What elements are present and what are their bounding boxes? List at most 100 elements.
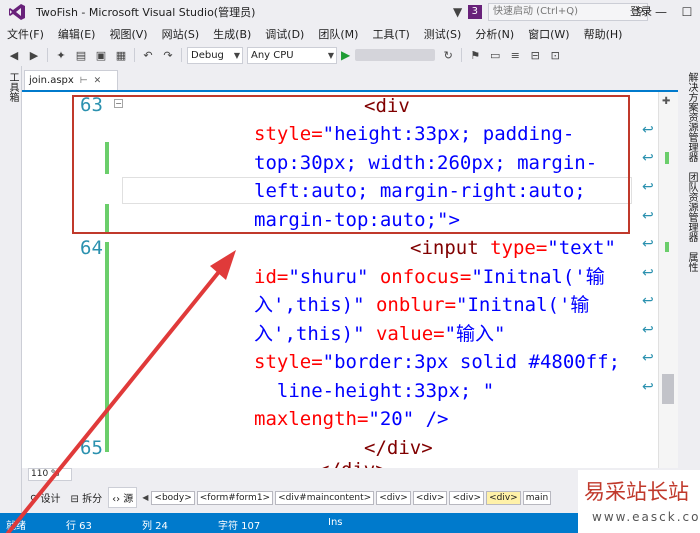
design-view-button[interactable]: ⚲ 设计 [26,487,65,508]
quick-launch-input[interactable]: 快速启动 (Ctrl+Q) ⚲ [488,3,648,21]
design-icon: ⚲ [30,494,41,505]
code-token: "输入" [444,323,506,345]
breadcrumb-item[interactable]: <div> [376,490,411,505]
breadcrumb-item-selected[interactable]: <div> [486,490,521,505]
split-view-label: 拆分 [82,494,103,505]
menu-debug[interactable]: 调试(D) [258,26,311,42]
watermark-url: www.easck.com [592,510,700,524]
bookmark-icon[interactable]: ⊟ [527,47,543,63]
standard-toolbar: ◀ ▶ ✦ ▤ ▣ ▦ ↶ ↷ Debug ▼ Any CPU ▼ ▶ ↻ ⚑ … [0,44,700,66]
browser-target-blurred[interactable] [355,49,436,61]
notification-badge[interactable]: 3 [467,5,482,19]
word-wrap-icon: ↩ [642,208,654,224]
word-wrap-icon: ↩ [642,122,654,138]
close-icon[interactable]: ✕ [94,76,102,86]
code-editor[interactable]: − 63 64 65 <div style="height:33px; padd… [22,92,658,468]
code-line: style="border:3px solid #4800ff; [254,348,620,377]
comment-icon[interactable]: ▭ [487,47,503,63]
code-line: </div> [318,456,387,468]
browser-link-icon[interactable]: ⚑ [467,47,483,63]
line-number: 65 [80,437,103,459]
config-value: Debug [191,49,224,61]
filter-icon[interactable]: ▼ [448,2,468,22]
menu-build[interactable]: 生成(B) [206,26,258,42]
breadcrumb-overflow[interactable]: main [522,490,552,505]
redo-icon[interactable]: ↷ [160,47,176,63]
save-icon[interactable]: ▣ [93,47,109,63]
menu-analyze[interactable]: 分析(N) [468,26,521,42]
properties-tab[interactable]: 属性 [684,252,699,272]
status-insert-mode: Ins [328,517,343,528]
back-icon[interactable]: ◀ [6,47,22,63]
open-file-icon[interactable]: ▤ [73,47,89,63]
code-token: style= [254,351,323,373]
menu-test[interactable]: 测试(S) [417,26,469,42]
config-select[interactable]: Debug ▼ [187,46,243,64]
document-tab-label: join.aspx [29,75,74,86]
team-explorer-tab[interactable]: 团队资源管理器 [684,172,699,242]
menu-window[interactable]: 窗口(W) [521,26,576,42]
toolbox-panel[interactable]: 工具箱 [0,66,22,513]
pin-icon[interactable]: ⊢ [80,76,88,86]
watermark-cn: 易采站长站 [584,480,689,504]
split-view-button[interactable]: ⊟ 拆分 [67,487,107,508]
menu-edit[interactable]: 编辑(E) [51,26,103,42]
breadcrumb-item[interactable]: <div> [412,490,448,505]
code-line: line-height:33px; " [254,377,494,406]
status-char: 字符 107 [218,521,261,532]
source-view-button[interactable]: ‹› 源 [108,487,138,508]
status-line: 行 63 [66,521,92,532]
split-icon[interactable]: ✚ [662,96,670,107]
source-view-label: 源 [123,494,134,505]
start-debug-icon[interactable]: ▶ [341,48,350,62]
editor-vertical-scrollbar[interactable]: ✚ [658,92,678,468]
menu-tools[interactable]: 工具(T) [365,26,416,42]
code-token: "border:3px solid #4800ff; [322,351,621,373]
undo-icon[interactable]: ↶ [140,47,156,63]
scroll-thumb[interactable] [662,374,674,404]
breadcrumb-item[interactable]: <div#maincontent> [275,490,375,505]
forward-icon[interactable]: ▶ [26,47,42,63]
document-tab-join[interactable]: join.aspx ⊢ ✕ [24,70,118,90]
refresh-icon[interactable]: ↻ [440,47,456,63]
breadcrumb-item[interactable]: <form#form1> [196,490,274,505]
toolbar-separator [461,48,463,62]
breadcrumb-item[interactable]: <body> [151,490,195,505]
editor-gutter [22,92,76,468]
word-wrap-icon: ↩ [642,236,654,252]
solution-explorer-tab[interactable]: 解决方案资源管理器 [684,72,699,162]
toolbar-separator [47,48,48,62]
code-token: onblur= [364,294,457,316]
scroll-change-marker [665,152,669,164]
title-bar: TwoFish - Microsoft Visual Studio(管理员) ▼… [0,0,700,24]
menu-help[interactable]: 帮助(H) [577,26,630,42]
zoom-select[interactable]: 110 % [28,468,72,481]
code-token: id= [254,266,289,288]
indent-icon[interactable]: ≡ [507,47,523,63]
zoom-value: 110 % [31,469,60,479]
menu-view[interactable]: 视图(V) [102,26,154,42]
format-icon[interactable]: ⊡ [547,47,563,63]
menu-team[interactable]: 团队(M) [311,26,365,42]
word-wrap-icon: ↩ [642,179,654,195]
code-token: 入',this)" [254,294,365,316]
platform-select[interactable]: Any CPU ▼ [247,46,337,64]
save-all-icon[interactable]: ▦ [113,47,129,63]
code-line: <input type="text" [410,234,616,263]
new-project-icon[interactable]: ✦ [53,47,69,63]
code-token: type= [478,237,548,259]
menu-website[interactable]: 网站(S) [155,26,207,42]
status-ready: 就绪 [6,521,26,532]
scroll-change-marker [665,242,669,252]
breadcrumb-item[interactable]: <div> [449,490,485,505]
maximize-button[interactable]: ☐ [674,1,700,23]
crumb-scroll-left-icon[interactable]: ◀ [142,493,148,502]
word-wrap-icon: ↩ [642,379,654,395]
code-token: maxlength= [254,408,369,430]
menu-file[interactable]: 文件(F) [0,26,51,42]
login-link[interactable]: 登录 [630,3,652,19]
code-token: /> [414,408,449,430]
word-wrap-icon: ↩ [642,150,654,166]
toolbox-label[interactable]: 工具箱 [5,72,20,102]
site-watermark: 易采站长站 www.easck.com [578,470,700,533]
